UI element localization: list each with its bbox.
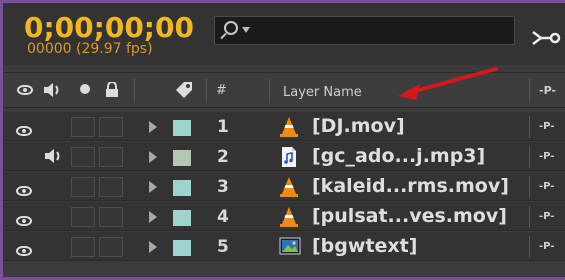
header-divider xyxy=(269,79,270,103)
expand-chevron-icon[interactable] xyxy=(149,151,157,163)
vlc-cone-icon xyxy=(279,116,299,138)
audio-speaker-icon[interactable] xyxy=(43,148,63,168)
layer-row[interactable]: 1 [DJ.mov] -P- xyxy=(3,112,565,141)
search-input[interactable] xyxy=(214,16,515,45)
layer-row[interactable]: 5 [bgwtext] -P- xyxy=(3,232,565,261)
search-icon xyxy=(224,21,238,35)
current-time-display[interactable]: 0;00;00;00 xyxy=(24,11,194,44)
expand-chevron-icon[interactable] xyxy=(149,121,157,133)
layer-number: 3 xyxy=(217,177,229,197)
expand-chevron-icon[interactable] xyxy=(149,181,157,193)
audio-header-icon[interactable] xyxy=(42,82,62,101)
label-tag-header-icon[interactable] xyxy=(173,79,195,104)
layer-name[interactable]: [kaleid...rms.mov] xyxy=(312,175,509,197)
layer-number: 4 xyxy=(217,207,229,227)
parent-pick-whip-icon[interactable]: -P- xyxy=(539,241,554,252)
search-dropdown-icon[interactable] xyxy=(242,27,250,33)
label-color-swatch[interactable] xyxy=(173,120,191,136)
parent-pick-whip-icon[interactable]: -P- xyxy=(539,121,554,132)
layer-number: 2 xyxy=(217,147,229,167)
lock-header-icon[interactable] xyxy=(105,81,119,101)
layer-name-header[interactable]: Layer Name xyxy=(283,85,362,100)
layer-number-header[interactable]: # xyxy=(216,83,227,98)
lock-toggle[interactable] xyxy=(99,117,123,137)
parent-pick-whip-icon[interactable]: -P- xyxy=(539,181,554,192)
lock-toggle[interactable] xyxy=(99,237,123,257)
vlc-cone-icon xyxy=(279,206,299,228)
video-visibility-eye-icon[interactable] xyxy=(16,211,32,230)
lock-toggle[interactable] xyxy=(99,207,123,227)
layer-row[interactable]: 3 [kaleid...rms.mov] -P- xyxy=(3,172,565,201)
lock-toggle[interactable] xyxy=(99,177,123,197)
solo-toggle[interactable] xyxy=(71,207,95,227)
column-divider xyxy=(529,116,530,138)
parent-pick-whip-icon[interactable]: -P- xyxy=(539,211,554,222)
header-divider xyxy=(134,79,135,103)
parent-pick-whip-icon[interactable]: -P- xyxy=(539,151,554,162)
column-divider xyxy=(529,206,530,228)
solo-header-icon[interactable] xyxy=(79,82,91,98)
solo-toggle[interactable] xyxy=(71,237,95,257)
column-divider xyxy=(529,236,530,258)
video-visibility-eye-icon[interactable] xyxy=(16,241,32,260)
layer-row[interactable]: 4 [pulsat...ves.mov] -P- xyxy=(3,202,565,231)
layer-column-header: # Layer Name -P- xyxy=(3,72,565,108)
layer-number: 5 xyxy=(217,237,229,257)
image-file-icon xyxy=(279,236,301,258)
solo-toggle[interactable] xyxy=(71,117,95,137)
column-divider xyxy=(529,146,530,168)
layer-name[interactable]: [pulsat...ves.mov] xyxy=(312,205,507,227)
layer-name[interactable]: [DJ.mov] xyxy=(312,115,405,137)
expand-chevron-icon[interactable] xyxy=(149,211,157,223)
solo-toggle[interactable] xyxy=(71,177,95,197)
layer-name[interactable]: [gc_ado...j.mp3] xyxy=(312,145,485,167)
parent-pick-whip-header-icon[interactable]: -P- xyxy=(539,84,556,97)
header-divider xyxy=(529,79,530,103)
video-visibility-eye-icon[interactable] xyxy=(16,121,32,140)
expand-chevron-icon[interactable] xyxy=(149,241,157,253)
header-divider xyxy=(206,79,207,103)
label-color-swatch[interactable] xyxy=(173,150,191,166)
solo-toggle[interactable] xyxy=(71,147,95,167)
layer-row[interactable]: 2 [gc_ado...j.mp3] -P- xyxy=(3,142,565,171)
label-color-swatch[interactable] xyxy=(173,210,191,226)
video-visibility-header-icon[interactable] xyxy=(17,82,33,98)
label-color-swatch[interactable] xyxy=(173,240,191,256)
label-color-swatch[interactable] xyxy=(173,180,191,196)
frame-rate-display: 00000 (29.97 fps) xyxy=(27,41,153,57)
audio-file-icon xyxy=(279,146,299,168)
layer-name[interactable]: [bgwtext] xyxy=(312,235,417,257)
layer-number: 1 xyxy=(217,117,229,137)
vlc-cone-icon xyxy=(279,176,299,198)
lock-toggle[interactable] xyxy=(99,147,123,167)
composition-flowchart-icon[interactable] xyxy=(531,28,565,48)
composition-top-bar: 0;00;00;00 00000 (29.97 fps) xyxy=(3,3,565,65)
video-visibility-eye-icon[interactable] xyxy=(16,181,32,200)
column-divider xyxy=(529,176,530,198)
